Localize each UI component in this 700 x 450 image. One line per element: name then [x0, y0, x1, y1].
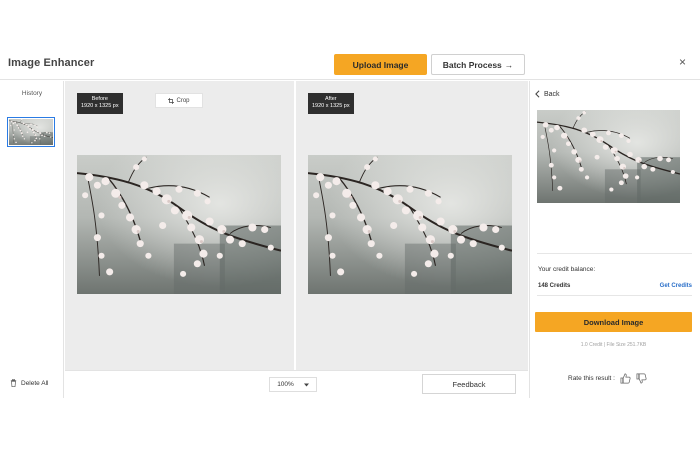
back-button[interactable]: Back — [535, 90, 560, 98]
batch-process-button[interactable]: Batch Process → — [431, 54, 525, 75]
crop-icon — [168, 97, 175, 104]
arrow-right-icon: → — [504, 59, 514, 70]
zoom-value: 100% — [277, 381, 294, 388]
history-sidebar: History Delete All — [0, 81, 64, 398]
credit-balance-label: Your credit balance: — [538, 266, 596, 273]
before-dimensions: 1920 x 1325 px — [81, 103, 119, 110]
history-label: History — [21, 90, 43, 97]
after-tag: After 1920 x 1325 px — [308, 93, 354, 114]
after-dimensions: 1920 x 1325 px — [312, 103, 350, 110]
zoom-select[interactable]: 100% — [269, 377, 317, 392]
back-label: Back — [544, 90, 560, 98]
close-icon[interactable]: × — [679, 55, 686, 69]
result-panel: Back Your credit balance: 148 Credits Ge… — [529, 81, 700, 398]
delete-all-label: Delete All — [21, 379, 49, 387]
batch-process-label: Batch Process — [442, 59, 502, 70]
crop-button[interactable]: Crop — [155, 93, 203, 108]
delete-all-button[interactable]: Delete All — [10, 379, 48, 387]
credit-row: 148 Credits Get Credits — [538, 283, 692, 289]
header-bar: Image Enhancer Upload Image Batch Proces… — [0, 50, 700, 80]
thumbs-down-icon[interactable] — [636, 373, 647, 384]
get-credits-link[interactable]: Get Credits — [660, 283, 692, 289]
upload-image-button[interactable]: Upload Image — [334, 54, 427, 75]
download-image-button[interactable]: Download Image — [535, 312, 692, 332]
before-tag: Before 1920 x 1325 px — [77, 93, 123, 114]
before-panel: Before 1920 x 1325 px Crop — [65, 81, 294, 370]
rating-row: Rate this result : — [568, 373, 647, 384]
credits-value: 148 Credits — [538, 283, 571, 289]
rate-label: Rate this result : — [568, 375, 615, 382]
divider-line — [537, 253, 692, 254]
after-image — [308, 155, 512, 294]
app-title: Image Enhancer — [8, 57, 95, 69]
after-label: After — [325, 96, 337, 102]
crop-label: Crop — [176, 97, 190, 104]
image-enhancer-app: Image Enhancer Upload Image Batch Proces… — [0, 0, 700, 450]
divider-line — [537, 295, 692, 296]
before-label: Before — [91, 96, 108, 102]
trash-icon — [10, 379, 17, 387]
feedback-button[interactable]: Feedback — [422, 374, 516, 394]
thumbs-up-icon[interactable] — [620, 373, 631, 384]
before-image — [77, 155, 281, 294]
after-panel: After 1920 x 1325 px — [296, 81, 528, 370]
chevron-down-icon — [303, 383, 309, 386]
chevron-left-icon — [535, 90, 540, 98]
result-preview — [537, 110, 680, 203]
history-thumbnail[interactable] — [7, 117, 55, 147]
bottom-toolbar: 100% Feedback — [65, 370, 528, 398]
file-info-text: 1.0 Credit | File Size 251.7KB — [580, 342, 647, 348]
